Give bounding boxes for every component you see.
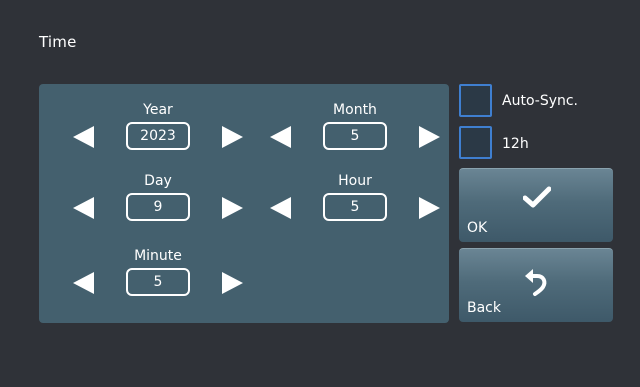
hour-field: Hour 5: [270, 172, 440, 223]
day-increment-button[interactable]: [222, 197, 243, 219]
auto-sync-label: Auto-Sync.: [502, 93, 579, 109]
month-decrement-button[interactable]: [270, 126, 291, 148]
day-stepper: 9: [73, 193, 243, 223]
back-arrow-icon: [525, 269, 547, 296]
time-settings-panel: Year 2023 Month 5 Day 9 Hour 5 Minute 5: [39, 84, 449, 323]
hour-stepper: 5: [270, 193, 440, 223]
checkmark-icon: [523, 186, 551, 208]
day-decrement-button[interactable]: [73, 197, 94, 219]
year-label: Year: [143, 102, 173, 118]
ok-label: OK: [467, 220, 488, 236]
back-label: Back: [467, 300, 501, 316]
12h-checkbox[interactable]: [459, 126, 492, 159]
ok-button[interactable]: OK: [459, 168, 613, 242]
day-value[interactable]: 9: [126, 193, 190, 221]
year-value[interactable]: 2023: [126, 122, 190, 150]
minute-stepper: 5: [73, 268, 243, 298]
month-label: Month: [333, 102, 377, 118]
month-stepper: 5: [270, 122, 440, 152]
auto-sync-checkbox[interactable]: [459, 84, 492, 117]
hour-increment-button[interactable]: [419, 197, 440, 219]
year-increment-button[interactable]: [222, 126, 243, 148]
year-field: Year 2023: [73, 101, 243, 152]
minute-decrement-button[interactable]: [73, 272, 94, 294]
minute-value[interactable]: 5: [126, 268, 190, 296]
month-value[interactable]: 5: [323, 122, 387, 150]
page-title: Time: [39, 33, 77, 51]
year-decrement-button[interactable]: [73, 126, 94, 148]
12h-label: 12h: [502, 136, 529, 152]
day-label: Day: [144, 173, 172, 189]
year-stepper: 2023: [73, 122, 243, 152]
hour-label: Hour: [338, 173, 372, 189]
month-increment-button[interactable]: [419, 126, 440, 148]
minute-label: Minute: [134, 248, 182, 264]
hour-decrement-button[interactable]: [270, 197, 291, 219]
month-field: Month 5: [270, 101, 440, 152]
day-field: Day 9: [73, 172, 243, 223]
hour-value[interactable]: 5: [323, 193, 387, 221]
back-button[interactable]: Back: [459, 248, 613, 322]
minute-field: Minute 5: [73, 247, 243, 298]
minute-increment-button[interactable]: [222, 272, 243, 294]
